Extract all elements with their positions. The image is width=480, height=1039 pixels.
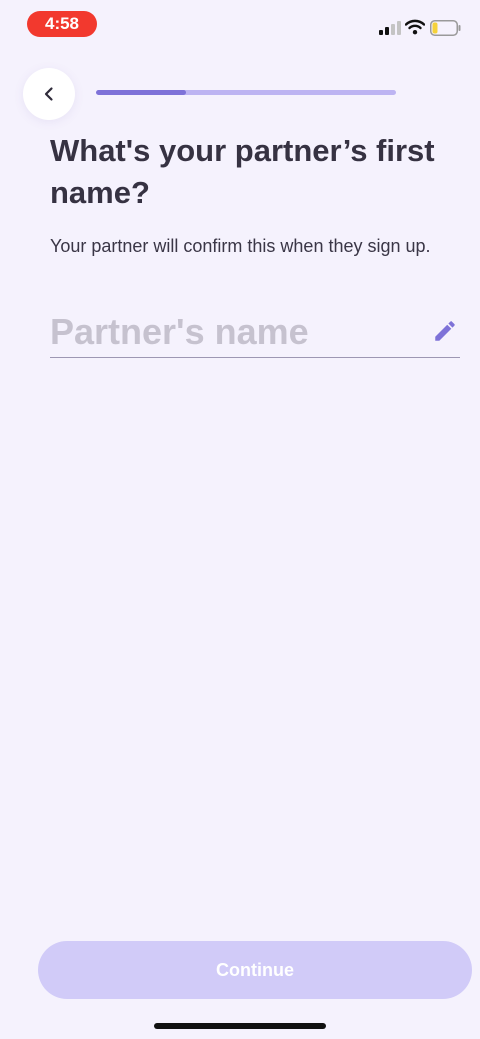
partner-name-field <box>50 308 460 358</box>
signal-icon <box>379 21 401 35</box>
continue-button[interactable]: Continue <box>38 941 472 999</box>
onboarding-screen: 4:58 What's your partner’s first name? Y… <box>0 0 480 1039</box>
pencil-icon[interactable] <box>432 318 458 344</box>
wifi-icon <box>405 19 425 35</box>
home-indicator <box>154 1023 326 1029</box>
status-time: 4:58 <box>27 11 97 37</box>
progress-bar <box>96 90 396 95</box>
page-title: What's your partner’s first name? <box>50 133 435 210</box>
back-button[interactable] <box>23 68 75 120</box>
progress-fill <box>96 90 186 95</box>
chevron-left-icon <box>44 87 53 101</box>
battery-icon <box>430 20 461 36</box>
status-bar: 4:58 <box>0 0 480 50</box>
partner-name-input[interactable] <box>50 308 420 356</box>
page-subtitle: Your partner will confirm this when they… <box>50 236 431 256</box>
